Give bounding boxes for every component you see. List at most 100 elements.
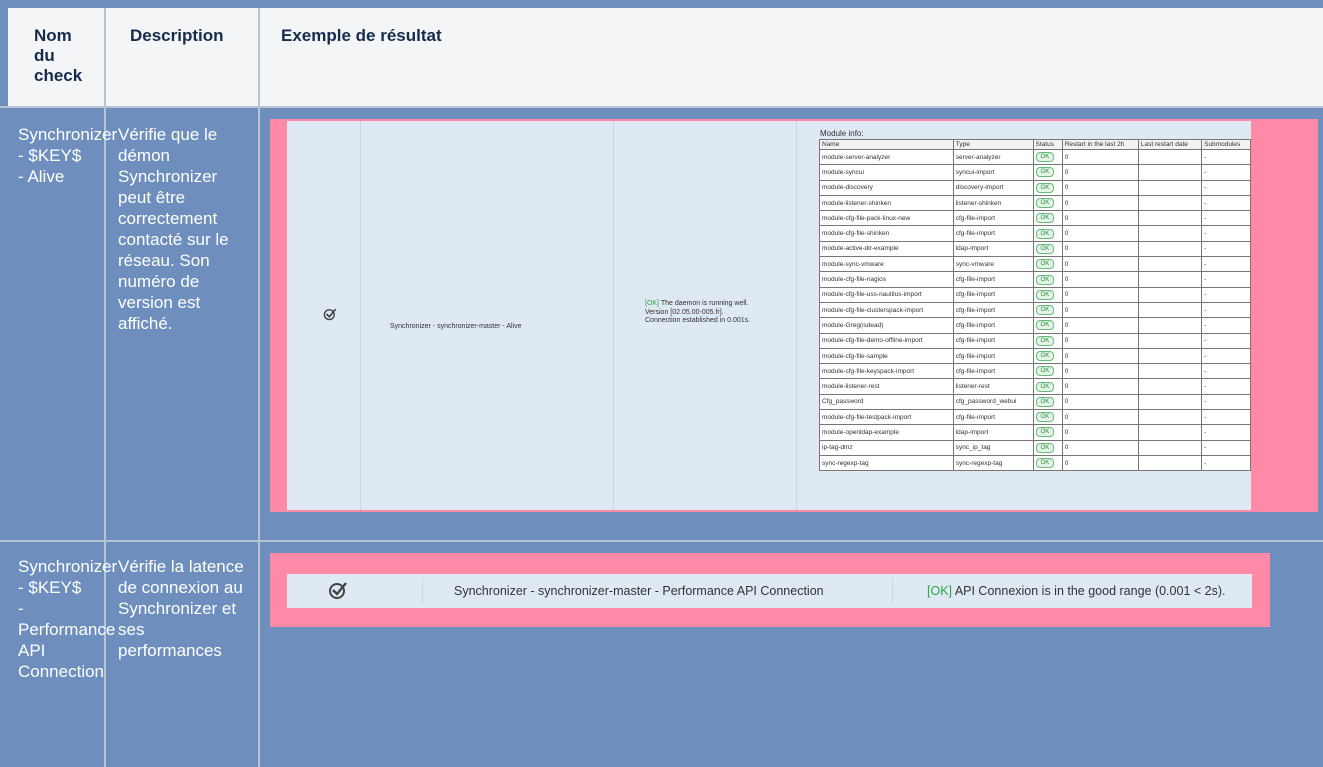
module-submodules-cell: - bbox=[1201, 179, 1251, 196]
module-status-cell: OK bbox=[1032, 347, 1063, 365]
module-type-cell: cfg-file-import bbox=[952, 225, 1034, 242]
module-status-cell: OK bbox=[1032, 164, 1063, 181]
module-status-cell: OK bbox=[1032, 393, 1063, 411]
status-badge: OK bbox=[1035, 289, 1055, 300]
row-divider bbox=[0, 540, 1323, 542]
module-status-cell: OK bbox=[1032, 148, 1063, 166]
module-name-cell: module-sync-vmware bbox=[819, 256, 954, 273]
module-restarts-cell: 0 bbox=[1061, 301, 1139, 319]
module-last-restart-cell bbox=[1137, 240, 1203, 258]
module-status-cell: OK bbox=[1032, 378, 1063, 395]
module-submodules-cell: - bbox=[1201, 240, 1251, 258]
status-badge: OK bbox=[1035, 182, 1055, 193]
status-badge: OK bbox=[1035, 458, 1055, 469]
module-row: module-openldap-example ldap-import OK 0 - bbox=[819, 424, 1251, 441]
module-status-cell: OK bbox=[1032, 240, 1063, 258]
module-row: module-cfg-file-pack-linux-new cfg-file-i… bbox=[819, 210, 1251, 227]
check-circle-icon bbox=[323, 308, 337, 321]
module-submodules-cell: - bbox=[1201, 332, 1251, 349]
ok-status: [OK] bbox=[645, 300, 660, 307]
module-submodules-cell: - bbox=[1201, 164, 1251, 181]
column-header: Last restart date bbox=[1137, 139, 1203, 150]
module-type-cell: cfg-file-import bbox=[952, 332, 1034, 349]
module-status-cell: OK bbox=[1032, 225, 1063, 242]
module-type-cell: listener-rest bbox=[952, 378, 1034, 395]
module-submodules-cell: - bbox=[1201, 194, 1251, 212]
module-last-restart-cell bbox=[1137, 164, 1203, 181]
module-last-restart-cell bbox=[1137, 271, 1203, 288]
module-name-cell: module-active-dir-example bbox=[819, 240, 954, 258]
module-name-cell: module-discovery bbox=[819, 179, 954, 196]
service-output: [OK] The daemon is running well. Version… bbox=[645, 300, 751, 324]
module-last-restart-cell bbox=[1137, 378, 1203, 395]
module-submodules-cell: - bbox=[1201, 301, 1251, 319]
module-restarts-cell: 0 bbox=[1061, 409, 1139, 426]
module-row: module-cfg-file-nagios cfg-file-import OK 0… bbox=[819, 271, 1251, 288]
status-badge: OK bbox=[1035, 259, 1055, 270]
status-badge: OK bbox=[1035, 274, 1055, 285]
status-badge: OK bbox=[1035, 198, 1055, 209]
module-status-cell: OK bbox=[1032, 286, 1063, 303]
module-status-cell: OK bbox=[1032, 409, 1063, 426]
module-restarts-cell: 0 bbox=[1061, 225, 1139, 242]
status-badge: OK bbox=[1035, 442, 1055, 453]
module-restarts-cell: 0 bbox=[1061, 210, 1139, 227]
status-badge: OK bbox=[1035, 335, 1055, 346]
header-name-text: Nom du check bbox=[34, 26, 83, 85]
module-type-cell: listener-shinken bbox=[952, 194, 1034, 212]
module-name-cell: module-openldap-example bbox=[819, 424, 954, 441]
module-status-cell: OK bbox=[1032, 271, 1063, 288]
status-badge: OK bbox=[1035, 152, 1055, 163]
module-submodules-cell: - bbox=[1201, 439, 1251, 456]
module-name-cell: ip-tag-dmz bbox=[819, 439, 954, 456]
status-badge: OK bbox=[1035, 366, 1055, 377]
row-divider bbox=[0, 106, 1323, 108]
module-submodules-cell: - bbox=[1201, 363, 1251, 380]
module-restarts-cell: 0 bbox=[1061, 194, 1139, 212]
module-restarts-cell: 0 bbox=[1061, 148, 1139, 166]
module-row: module-cfg-file-demo-offline-import cfg-f… bbox=[819, 332, 1251, 349]
module-last-restart-cell bbox=[1137, 301, 1203, 319]
module-last-restart-cell bbox=[1137, 439, 1203, 456]
module-row: module-discovery discovery-import OK 0 - bbox=[819, 179, 1251, 196]
module-last-restart-cell bbox=[1137, 210, 1203, 227]
module-submodules-cell: - bbox=[1201, 347, 1251, 365]
module-restarts-cell: 0 bbox=[1061, 179, 1139, 196]
result-panel: Synchronizer - synchronizer-master - Per… bbox=[287, 574, 1252, 608]
module-last-restart-cell bbox=[1137, 393, 1203, 411]
module-type-cell: sync_ip_tag bbox=[952, 439, 1034, 456]
status-badge: OK bbox=[1035, 412, 1055, 423]
module-name-cell: module-cfg-file-nagios bbox=[819, 271, 954, 288]
module-name-cell: module-cfg-file-shinken bbox=[819, 225, 954, 242]
check-table: Nom du check Description Exemple de résu… bbox=[0, 0, 1323, 767]
module-submodules-cell: - bbox=[1201, 317, 1251, 334]
module-last-restart-cell bbox=[1137, 363, 1203, 380]
module-row: module-listener-rest listener-rest OK 0 - bbox=[819, 378, 1251, 395]
row-2-check-name: Synchronizer - $KEY$ - Performance API C… bbox=[18, 557, 118, 681]
module-status-cell: OK bbox=[1032, 317, 1063, 334]
module-name-cell: module-listener-shinken bbox=[819, 194, 954, 212]
module-type-cell: discovery-import bbox=[952, 179, 1034, 196]
module-last-restart-cell bbox=[1137, 332, 1203, 349]
module-last-restart-cell bbox=[1137, 148, 1203, 166]
module-type-cell: cfg-file-import bbox=[952, 271, 1034, 288]
status-badge: OK bbox=[1035, 320, 1055, 331]
module-restarts-cell: 0 bbox=[1061, 332, 1139, 349]
column-divider bbox=[104, 8, 106, 767]
module-type-cell: ldap-import bbox=[952, 424, 1034, 441]
module-submodules-cell: - bbox=[1201, 454, 1251, 472]
result-panel: Synchronizer - synchronizer-master - Ali… bbox=[287, 121, 1251, 510]
module-type-cell: server-analyzer bbox=[952, 148, 1034, 166]
module-submodules-cell: - bbox=[1201, 409, 1251, 426]
column-divider bbox=[258, 8, 260, 767]
module-row: module-listener-shinken listener-shinken O… bbox=[819, 194, 1251, 212]
module-type-cell: cfg-file-import bbox=[952, 317, 1034, 334]
module-restarts-cell: 0 bbox=[1061, 256, 1139, 273]
module-name-cell: module-cfg-file-clusterspack-import bbox=[819, 301, 954, 319]
module-restarts-cell: 0 bbox=[1061, 164, 1139, 181]
module-type-cell: cfg-file-import bbox=[952, 409, 1034, 426]
status-badge: OK bbox=[1035, 351, 1055, 361]
status-badge: OK bbox=[1035, 213, 1055, 224]
module-last-restart-cell bbox=[1137, 424, 1203, 441]
module-info-table: Name Type Status Restart in the last 2h … bbox=[819, 139, 1251, 472]
